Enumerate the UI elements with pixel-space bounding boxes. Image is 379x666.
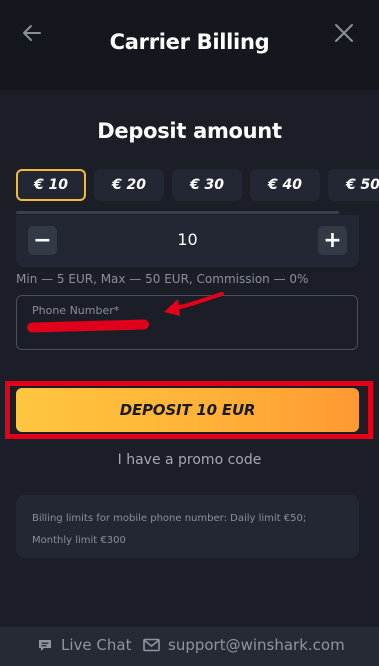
chips-scrollbar[interactable] xyxy=(16,211,339,214)
limits-text: Min — 5 EUR, Max — 50 EUR, Commission — … xyxy=(16,272,309,286)
billing-info-line-1: Billing limits for mobile phone number: … xyxy=(32,513,307,524)
section-title: Deposit amount xyxy=(97,119,282,143)
amount-option-40[interactable]: € 40 xyxy=(250,169,320,201)
amount-stepper: − 10 + xyxy=(16,215,359,267)
phone-label: Phone Number* xyxy=(32,304,120,317)
increase-button[interactable]: + xyxy=(318,226,347,255)
live-chat-label: Live Chat xyxy=(61,636,132,654)
annotation-arrow-icon xyxy=(164,292,224,316)
amount-value[interactable]: 10 xyxy=(66,230,309,249)
amount-option-50[interactable]: € 50 xyxy=(328,169,379,201)
mail-icon xyxy=(143,638,160,652)
header: Carrier Billing xyxy=(0,0,379,90)
amount-option-10[interactable]: € 10 xyxy=(16,169,86,201)
promo-code-link[interactable]: I have a promo code xyxy=(0,452,379,468)
billing-info: Billing limits for mobile phone number: … xyxy=(16,495,359,558)
highlight-box xyxy=(5,381,373,439)
billing-info-text: Billing limits for mobile phone number: … xyxy=(32,508,352,552)
support-email-link[interactable]: support@winshark.com xyxy=(143,636,345,654)
support-email: support@winshark.com xyxy=(168,636,345,654)
amount-option-30[interactable]: € 30 xyxy=(172,169,242,201)
decrease-button[interactable]: − xyxy=(28,226,57,255)
live-chat-link[interactable]: Live Chat xyxy=(37,636,131,654)
page-title: Carrier Billing xyxy=(109,30,270,54)
footer: Live Chat support@winshark.com xyxy=(0,627,379,666)
close-button[interactable] xyxy=(331,20,357,46)
close-icon xyxy=(335,24,353,42)
amount-options: € 10 € 20 € 30 € 40 € 50 xyxy=(16,169,379,201)
billing-info-line-2: Monthly limit €300 xyxy=(32,535,126,546)
chat-icon xyxy=(39,640,51,651)
amount-option-20[interactable]: € 20 xyxy=(94,169,164,201)
